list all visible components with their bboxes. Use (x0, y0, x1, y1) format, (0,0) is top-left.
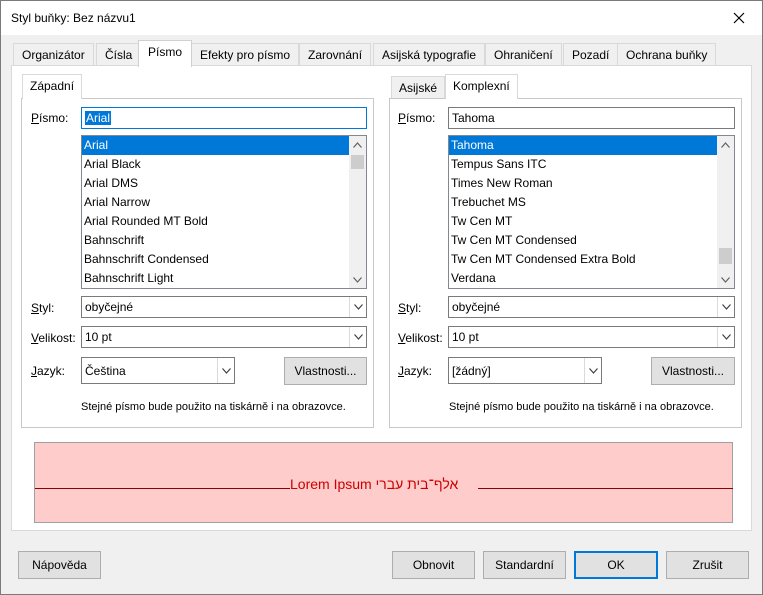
tab-organizer[interactable]: Organizátor (13, 43, 94, 67)
western-style-select[interactable]: obyčejné (81, 296, 367, 318)
preview-baseline-left (35, 488, 290, 489)
chevron-down-icon[interactable] (717, 297, 734, 317)
western-font-list-item[interactable]: Arial Rounded MT Bold (82, 212, 366, 231)
complex-language-label: Jazyk: (398, 364, 433, 378)
reset-button[interactable]: Obnovit (392, 551, 475, 579)
standard-button[interactable]: Standardní (483, 551, 566, 579)
scroll-down-icon[interactable] (717, 271, 734, 288)
western-language-label: Jazyk: (31, 364, 66, 378)
complex-size-select[interactable]: 10 pt (448, 326, 735, 348)
preview-baseline-right (478, 488, 733, 489)
close-icon (733, 12, 745, 24)
complex-font-list-item[interactable]: Tempus Sans ITC (449, 155, 734, 174)
complex-font-scrollbar[interactable] (717, 136, 734, 288)
western-font-list-item[interactable]: Bahnschrift Condensed (82, 250, 366, 269)
western-font-list-item[interactable]: Bahnschrift Light (82, 269, 366, 288)
chevron-down-icon[interactable] (717, 327, 734, 347)
font-preview: Lorem Ipsum אלף־בית עברי (34, 442, 733, 523)
western-note: Stejné písmo bude použito na tiskárně i … (81, 401, 346, 413)
western-language-select[interactable]: Čeština (81, 357, 235, 384)
cell-style-dialog: Styl buňky: Bez názvu1 Organizátor Čísla… (0, 0, 763, 595)
standard-button-label: Standardní (495, 558, 554, 572)
western-font-list-item[interactable]: Arial DMS (82, 174, 366, 193)
preview-text: Lorem Ipsum אלף־בית עברי (290, 476, 459, 492)
chevron-down-icon[interactable] (349, 327, 366, 347)
close-button[interactable] (716, 1, 762, 35)
complex-font-list-item[interactable]: Verdana (449, 269, 734, 288)
western-font-label: Písmo: (31, 111, 69, 125)
complex-style-select[interactable]: obyčejné (448, 296, 735, 318)
complex-font-list-item[interactable]: Tw Cen MT (449, 212, 734, 231)
chevron-down-icon[interactable] (217, 358, 234, 383)
tab-borders[interactable]: Ohraničení (485, 43, 562, 67)
tab-font[interactable]: Písmo (138, 40, 193, 67)
complex-font-list-item[interactable]: Times New Roman (449, 174, 734, 193)
western-font-input[interactable]: Arial (81, 107, 367, 129)
cancel-button[interactable]: Zrušit (666, 551, 749, 579)
scroll-thumb[interactable] (351, 155, 364, 169)
tab-background[interactable]: Pozadí (563, 43, 619, 67)
western-font-list[interactable]: Arial Arial Black Arial DMS Arial Narrow Ari… (81, 135, 367, 289)
reset-button-label: Obnovit (412, 558, 455, 572)
complex-features-button[interactable]: Vlastnosti... (651, 357, 735, 385)
tab-asian-typography[interactable]: Asijská typografie (373, 43, 486, 67)
tab-numbers[interactable]: Čísla (96, 43, 142, 67)
ok-button-label: OK (607, 558, 625, 572)
western-font-list-item[interactable]: Bahnschrift (82, 231, 366, 250)
help-button[interactable]: Nápověda (18, 551, 101, 579)
complex-font-list-item[interactable]: Tw Cen MT Condensed (449, 231, 734, 250)
chevron-down-icon[interactable] (349, 297, 366, 317)
tab-complex[interactable]: Komplexní (445, 74, 518, 99)
title-bar: Styl buňky: Bez názvu1 (1, 1, 762, 35)
western-size-label: Velikost: (31, 331, 76, 345)
chevron-down-icon[interactable] (584, 358, 601, 383)
complex-font-list-item[interactable]: Tahoma (449, 136, 734, 155)
western-style-label: Styl: (31, 301, 55, 315)
scroll-up-icon[interactable] (349, 136, 366, 153)
western-features-button[interactable]: Vlastnosti... (284, 357, 367, 385)
complex-font-label: Písmo: (398, 111, 436, 125)
western-font-list-item[interactable]: Arial Black (82, 155, 366, 174)
tab-alignment[interactable]: Zarovnání (299, 43, 372, 67)
window-title: Styl buňky: Bez názvu1 (11, 11, 136, 25)
complex-size-label: Velikost: (398, 331, 443, 345)
western-font-list-item[interactable]: Arial Narrow (82, 193, 366, 212)
tab-font-effects[interactable]: Efekty pro písmo (191, 43, 300, 67)
tab-asian[interactable]: Asijské (391, 76, 446, 99)
help-button-label: Nápověda (32, 558, 87, 572)
tab-cell-protection[interactable]: Ochrana buňky (617, 43, 717, 67)
complex-font-list-item[interactable]: Trebuchet MS (449, 193, 734, 212)
complex-font-list[interactable]: Tahoma Tempus Sans ITC Times New Roman Treb… (448, 135, 735, 289)
western-size-select[interactable]: 10 pt (81, 326, 367, 348)
complex-style-label: Styl: (398, 301, 422, 315)
tab-western[interactable]: Západní (22, 74, 83, 99)
scroll-thumb[interactable] (719, 248, 732, 264)
western-font-list-item[interactable]: Arial (82, 136, 366, 155)
western-font-scrollbar[interactable] (349, 136, 366, 288)
complex-font-input[interactable]: Tahoma (448, 107, 735, 129)
scroll-down-icon[interactable] (349, 271, 366, 288)
complex-font-list-item[interactable]: Tw Cen MT Condensed Extra Bold (449, 250, 734, 269)
cancel-button-label: Zrušit (692, 558, 723, 572)
complex-note: Stejné písmo bude použito na tiskárně i … (449, 401, 714, 413)
scroll-up-icon[interactable] (717, 136, 734, 153)
complex-language-select[interactable]: [žádný] (448, 357, 602, 384)
ok-button[interactable]: OK (574, 551, 658, 579)
